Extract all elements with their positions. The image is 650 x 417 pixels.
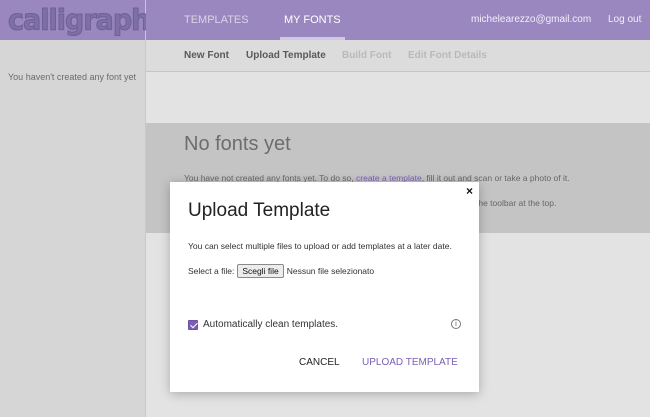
sidebar-empty-message: You haven't created any font yet <box>8 72 136 82</box>
auto-clean-row: Automatically clean templates. <box>188 319 338 330</box>
logo-area[interactable]: calligraphr <box>0 0 163 40</box>
auto-clean-checkbox[interactable] <box>188 319 198 330</box>
dialog-title: Upload Template <box>188 200 331 221</box>
user-email[interactable]: michelearezzo@gmail.com <box>471 0 591 40</box>
auto-clean-label[interactable]: Automatically clean templates. <box>203 319 338 330</box>
page-title: No fonts yet <box>184 133 291 155</box>
app-logo[interactable]: calligraphr <box>8 3 164 37</box>
empty-state-text-line2: the toolbar at the top. <box>476 198 557 208</box>
subnav-edit-font-details: Edit Font Details <box>408 50 487 61</box>
tab-templates[interactable]: TEMPLATES <box>184 0 249 40</box>
close-icon[interactable]: × <box>466 184 473 198</box>
upload-template-button[interactable]: UPLOAD TEMPLATE <box>362 357 458 368</box>
file-select-row: Select a file: Scegli file Nessun file s… <box>188 264 374 278</box>
upload-template-dialog: × Upload Template You can select multipl… <box>170 182 479 392</box>
cancel-button[interactable]: CANCEL <box>299 357 340 368</box>
subnav-new-font[interactable]: New Font <box>184 40 229 72</box>
subnav-upload-template[interactable]: Upload Template <box>246 40 326 72</box>
file-select-label: Select a file: <box>188 266 235 276</box>
subnav-build-font: Build Font <box>342 50 392 61</box>
file-status-text: Nessun file selezionato <box>286 266 375 276</box>
sidebar: calligraphr You haven't created any font… <box>0 0 163 417</box>
choose-file-button[interactable]: Scegli file <box>237 264 284 278</box>
top-nav: TEMPLATES MY FONTS michelearezzo@gmail.c… <box>146 0 650 40</box>
sub-nav: New Font Upload Template Build Font Edit… <box>146 40 650 72</box>
logout-link[interactable]: Log out <box>608 0 641 40</box>
dialog-description: You can select multiple files to upload … <box>188 241 452 251</box>
info-icon[interactable]: i <box>451 319 461 329</box>
tab-my-fonts[interactable]: MY FONTS <box>280 0 345 40</box>
